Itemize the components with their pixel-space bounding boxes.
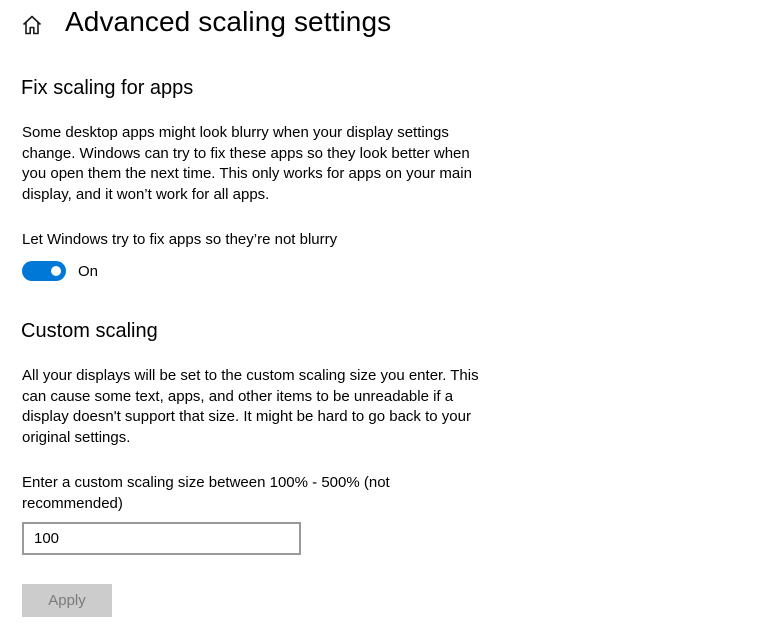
page-header: Advanced scaling settings <box>0 0 768 52</box>
custom-scaling-input-label: Enter a custom scaling size between 100%… <box>22 474 390 512</box>
settings-page: Advanced scaling settings Fix scaling fo… <box>0 0 768 625</box>
fix-apps-toggle-label: Let Windows try to fix apps so they’re n… <box>22 231 338 248</box>
fix-scaling-description: Some desktop apps might look blurry when… <box>22 124 472 203</box>
fix-scaling-heading: Fix scaling for apps <box>21 77 194 99</box>
custom-scaling-heading: Custom scaling <box>21 320 158 342</box>
toggle-knob <box>51 266 61 276</box>
custom-scaling-input[interactable] <box>22 522 301 555</box>
fix-apps-toggle[interactable] <box>22 261 66 281</box>
home-button[interactable] <box>20 13 44 37</box>
home-icon <box>20 13 44 37</box>
toggle-state-text: On <box>78 262 99 280</box>
page-title: Advanced scaling settings <box>65 6 392 37</box>
fix-apps-toggle-row: On <box>22 260 98 282</box>
custom-scaling-description: All your displays will be set to the cus… <box>22 367 479 446</box>
apply-button[interactable]: Apply <box>22 584 112 617</box>
